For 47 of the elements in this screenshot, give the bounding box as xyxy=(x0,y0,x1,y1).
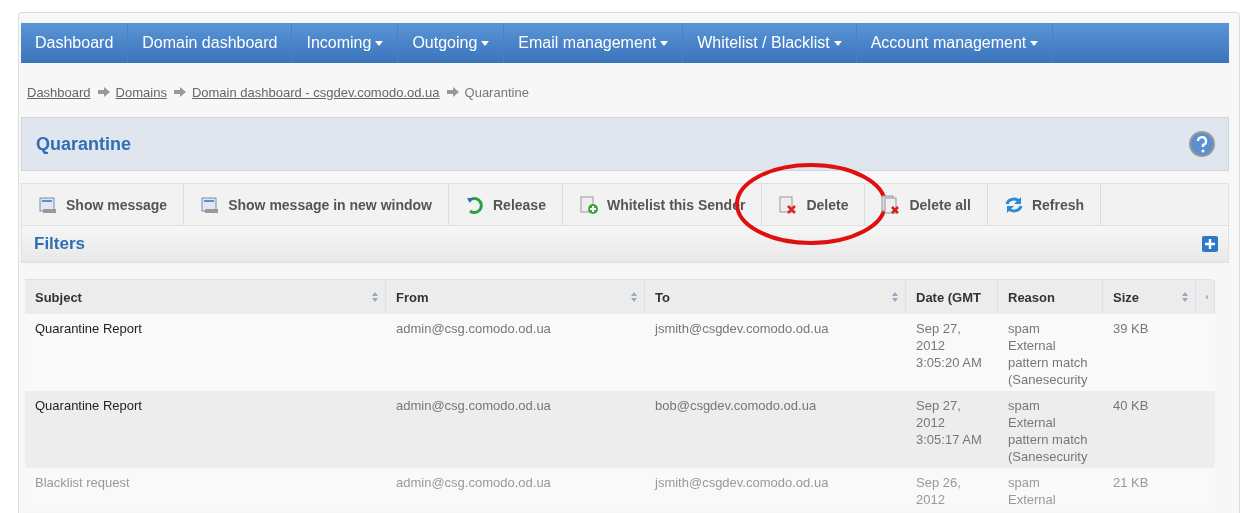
message-icon xyxy=(38,194,58,215)
table-cell: Quarantine Report xyxy=(25,391,386,468)
arrow-icon xyxy=(445,87,459,97)
toolbar-button[interactable]: Release xyxy=(449,184,563,225)
table-cell: Sep 27, 2012 3:05:17 AM xyxy=(906,391,998,468)
toolbar-button[interactable]: Delete all xyxy=(865,184,988,225)
attachment-column-header[interactable] xyxy=(1196,280,1215,314)
nav-menu-item[interactable]: Account management xyxy=(856,23,1054,63)
expand-icon[interactable] xyxy=(1202,236,1218,252)
toolbar-button[interactable]: Refresh xyxy=(987,184,1102,225)
breadcrumb-current: Quarantine xyxy=(464,84,529,100)
breadcrumb-link[interactable]: Domains xyxy=(115,84,167,100)
sort-icon[interactable] xyxy=(630,291,638,303)
column-header[interactable]: To xyxy=(645,280,906,314)
sort-icon[interactable] xyxy=(891,291,899,303)
panel-title: Quarantine xyxy=(36,133,132,155)
circular-arrow-icon xyxy=(465,194,485,215)
filters-title: Filters xyxy=(34,234,86,254)
nav-menu-item[interactable]: Dashboard xyxy=(21,23,129,63)
nav-menu-item[interactable]: Email management xyxy=(504,23,684,63)
toolbar-button[interactable]: Show message xyxy=(22,184,185,225)
table-cell: 40 KB xyxy=(1103,391,1215,468)
sort-icon[interactable] xyxy=(371,291,379,303)
nav-menu-item[interactable]: Whitelist / Blacklist xyxy=(683,23,857,63)
breadcrumb-link[interactable]: Domain dashboard - csgdev.comodo.od.ua xyxy=(191,84,440,100)
column-header[interactable]: Subject xyxy=(25,280,386,314)
table-cell: spam External pattern match (Sanesecurity xyxy=(998,391,1103,468)
column-header[interactable]: Reason xyxy=(998,280,1103,314)
breadcrumb-link[interactable]: Dashboard xyxy=(27,84,91,100)
column-header[interactable]: Size xyxy=(1103,280,1196,314)
page-plus-icon xyxy=(578,194,599,215)
page-delete-icon xyxy=(778,194,799,215)
column-header[interactable]: From xyxy=(386,280,645,314)
toolbar-button[interactable]: Show message in new window xyxy=(184,184,449,225)
message-icon xyxy=(200,194,221,215)
column-header[interactable]: Date (GMT xyxy=(906,280,998,314)
pages-delete-icon xyxy=(881,194,902,215)
nav-menu-item[interactable]: Outgoing xyxy=(398,23,505,63)
nav-menu-item[interactable]: Domain dashboard xyxy=(128,23,293,63)
sort-icon[interactable] xyxy=(1181,291,1189,303)
toolbar-button[interactable]: Delete xyxy=(762,184,866,225)
arrow-icon xyxy=(172,87,186,97)
table-cell: bob@csgdev.comodo.od.ua xyxy=(645,391,906,468)
help-icon[interactable] xyxy=(1188,130,1216,158)
arrow-icon xyxy=(96,87,110,97)
nav-menu-item[interactable]: Incoming xyxy=(292,23,399,63)
table-cell: admin@csg.comodo.od.ua xyxy=(386,391,645,468)
